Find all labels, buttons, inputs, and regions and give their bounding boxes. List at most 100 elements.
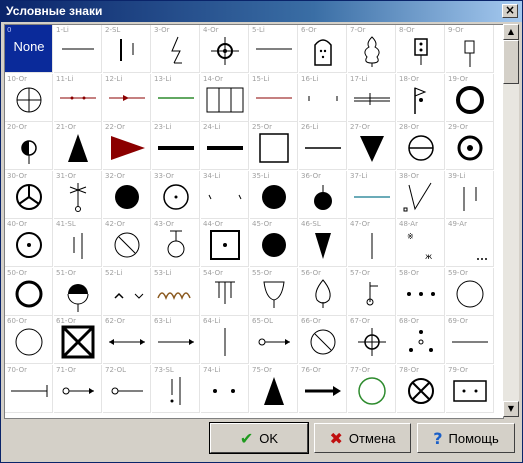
symbol-cell[interactable]: 5-Li [250,25,298,73]
symbol-cell[interactable]: 40-Or [5,219,53,267]
symbol-cell[interactable]: 21-Or [54,122,102,170]
symbol-cell[interactable]: 11-Li [54,74,102,122]
symbol-cell[interactable]: 42-Or [103,219,151,267]
symbol-cell[interactable]: 6-Or [299,25,347,73]
scroll-up-button[interactable]: ▲ [503,24,519,40]
symbol-cell[interactable]: 38-Or [397,171,445,219]
symbol-cell[interactable]: 29-Or [446,122,494,170]
symbol-cell[interactable]: 58-Or [397,268,445,316]
symbol-glyph-icon [264,377,284,405]
symbol-cell[interactable]: 70-Or [5,365,53,413]
symbol-cell[interactable]: 0 None [5,25,53,73]
symbol-cell[interactable]: 16-Li [299,74,347,122]
symbol-cell[interactable]: 60-Or [5,316,53,364]
close-button[interactable]: × [502,4,518,18]
symbol-cell[interactable]: 57-Or [348,268,396,316]
symbol-cell[interactable]: 76-Or [299,365,347,413]
symbol-cell[interactable]: 50-Or [5,268,53,316]
title-bar[interactable]: Условные знаки × [1,1,522,22]
symbol-glyph-icon [206,87,244,113]
symbol-cell[interactable]: 64-Li [201,316,249,364]
symbol-cell[interactable]: 67-Or [348,316,396,364]
symbol-cell[interactable]: 71-Or [54,365,102,413]
symbol-cell[interactable]: 45-Or [250,219,298,267]
symbol-cell[interactable]: 72-OL [103,365,151,413]
symbol-cell[interactable]: 2-SL [103,25,151,73]
symbol-glyph-icon [358,377,386,405]
symbol-cell[interactable]: 39-Li [446,171,494,219]
help-button[interactable]: ? Помощь [417,423,515,453]
symbol-cell[interactable]: 31-Or [54,171,102,219]
symbol-cell[interactable]: 35-Li [250,171,298,219]
symbol-cell[interactable]: 3-Or [152,25,200,73]
symbol-cell[interactable]: 59-Or [446,268,494,316]
symbol-cell[interactable]: 53-Li [152,268,200,316]
scroll-down-button[interactable]: ▼ [503,401,519,417]
symbol-cell[interactable]: 25-Or [250,122,298,170]
symbol-cell[interactable]: 24-Li [201,122,249,170]
symbol-cell[interactable]: 75-Or [250,365,298,413]
symbol-cell[interactable]: 46-SL [299,219,347,267]
symbol-cell[interactable]: 62-Or [103,316,151,364]
symbol-cell[interactable]: 74-Li [201,365,249,413]
cancel-button[interactable]: ✖ Отмена [314,423,411,453]
symbol-cell[interactable]: 65-OL [250,316,298,364]
symbol-cell[interactable]: 28-Or [397,122,445,170]
symbol-cell[interactable]: 1-Li [54,25,102,73]
symbol-cell[interactable]: 19-Or [446,74,494,122]
symbol-glyph-icon [364,36,380,67]
symbol-cell[interactable]: 77-Or [348,365,396,413]
symbol-cell[interactable]: 48-Ar ※ ж [397,219,445,267]
symbol-cell[interactable]: 51-Or [54,268,102,316]
symbol-cell[interactable]: 63-Li [152,316,200,364]
symbol-cell[interactable]: 10-Or [5,74,53,122]
symbol-cell[interactable]: 23-Li [152,122,200,170]
symbol-cell[interactable]: 69-Or [446,316,494,364]
symbol-cell[interactable]: 20-Or [5,122,53,170]
symbol-cell[interactable]: 41-SL [54,219,102,267]
symbol-cell[interactable]: 22-Or [103,122,151,170]
vertical-scrollbar[interactable]: ▲ ▼ [503,24,519,417]
symbol-cell[interactable]: 8-Or [397,25,445,73]
symbol-cell[interactable]: 13-Li [152,74,200,122]
symbol-glyph-icon [262,233,286,257]
symbol-cell[interactable]: 52-Li [103,268,151,316]
symbol-glyph-icon [157,292,191,301]
symbol-cell[interactable]: 26-Li [299,122,347,170]
symbol-cell[interactable]: 15-Li [250,74,298,122]
symbol-cell[interactable]: 4-Or [201,25,249,73]
ok-button[interactable]: ✔ OK [209,422,309,454]
symbol-cell[interactable]: 27-Or [348,122,396,170]
symbol-cell[interactable]: 37-Li [348,171,396,219]
symbol-cell[interactable]: 61-Or [54,316,102,364]
symbol-cell[interactable]: 44-Or [201,219,249,267]
symbol-cell[interactable]: 36-Or [299,171,347,219]
symbol-cell[interactable]: 79-Or [446,365,494,413]
symbol-glyph-icon [403,182,432,212]
symbol-cell[interactable]: 66-Or [299,316,347,364]
symbol-cell[interactable]: 9-Or [446,25,494,73]
scroll-thumb[interactable] [503,40,519,84]
symbol-cell[interactable]: 73-SL [152,365,200,413]
symbol-cell[interactable]: 34-Li [201,171,249,219]
symbol-cell[interactable]: 43-Or [152,219,200,267]
symbol-cell[interactable]: 55-Or [250,268,298,316]
symbol-cell[interactable]: 12-Li [103,74,151,122]
symbol-cell[interactable]: 18-Or [397,74,445,122]
symbol-cell[interactable]: 17-Li [348,74,396,122]
symbol-cell[interactable]: 7-Or [348,25,396,73]
symbol-cell[interactable]: 33-Or [152,171,200,219]
symbol-cell[interactable]: 32-Or [103,171,151,219]
symbol-glyph-icon [69,183,87,212]
symbol-grid: 0 None 1-Li 2-SL 3-Or 4-Or 5-Li 6-Or 7-Or 8-Or 9-O… [4,24,504,419]
symbol-cell[interactable]: 14-Or [201,74,249,122]
symbol-cell[interactable]: 47-Or [348,219,396,267]
symbol-cell[interactable]: 56-Or [299,268,347,316]
cancel-label: Отмена [348,430,396,446]
symbol-cell[interactable]: 30-Or [5,171,53,219]
symbol-cell[interactable]: 49-Ar [446,219,494,267]
symbol-glyph-icon [15,328,43,356]
symbol-cell[interactable]: 78-Or [397,365,445,413]
symbol-cell[interactable]: 68-Or [397,316,445,364]
symbol-cell[interactable]: 54-Or [201,268,249,316]
